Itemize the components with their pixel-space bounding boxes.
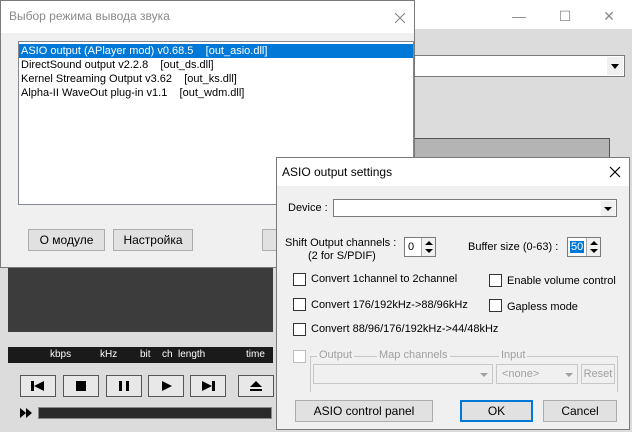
output-select[interactable]: [313, 364, 493, 384]
combo-arrow-icon[interactable]: [607, 57, 623, 75]
seek-bar[interactable]: [38, 407, 272, 419]
play-button[interactable]: [148, 375, 184, 397]
buffer-label: Buffer size (0-63) :: [468, 241, 559, 253]
input-value: <none>: [502, 368, 540, 380]
pause-icon: [119, 381, 129, 391]
map-group-right: [617, 356, 618, 392]
about-button[interactable]: О модуле: [28, 229, 105, 251]
fast-forward-icon[interactable]: [18, 406, 34, 420]
next-icon: [202, 381, 215, 391]
info-length: length: [178, 349, 206, 360]
eject-button[interactable]: [238, 375, 274, 397]
spin-arrows-icon[interactable]: [586, 238, 600, 256]
close-icon[interactable]: [393, 11, 407, 25]
minimize-icon[interactable]: —: [496, 0, 542, 32]
configure-button[interactable]: Настройка: [113, 229, 193, 251]
shift-spinner[interactable]: 0: [404, 237, 436, 257]
input-select[interactable]: <none>: [496, 364, 578, 384]
output-label: Output: [317, 349, 355, 361]
input-label: Input: [499, 349, 528, 361]
shift-label: Shift Output channels :: [285, 237, 397, 249]
output-dialog-title: Выбор режима вывода звука: [9, 9, 170, 23]
map-group-line: [310, 356, 618, 357]
volume-control-checkbox[interactable]: [489, 274, 502, 287]
maximize-icon[interactable]: ☐: [542, 0, 588, 32]
convert-176-label: Convert 176/192kHz->88/96kHz: [311, 299, 468, 311]
convert-176-checkbox[interactable]: [293, 298, 306, 311]
asio-dialog: ASIO output settings Device : Shift Outp…: [276, 157, 630, 430]
list-item[interactable]: Alpha-II WaveOut plug-in v1.1 [out_wdm.d…: [19, 86, 413, 100]
visualizer: [8, 260, 273, 332]
ok-button[interactable]: OK: [460, 400, 533, 422]
output-dialog-titlebar: Выбор режима вывода звука: [1, 1, 414, 33]
prev-button[interactable]: [20, 375, 56, 397]
info-bar: kbps kHz bit ch length time: [8, 347, 273, 363]
stop-button[interactable]: [63, 375, 99, 397]
device-select[interactable]: [333, 199, 617, 217]
cancel-button[interactable]: Cancel: [543, 400, 617, 422]
buffer-spinner[interactable]: 50: [567, 237, 601, 257]
spin-arrows-icon[interactable]: [421, 238, 435, 256]
player-combo[interactable]: [414, 55, 625, 77]
next-button[interactable]: [190, 375, 226, 397]
info-ch: ch: [162, 349, 173, 360]
gapless-label: Gapless mode: [507, 301, 578, 313]
shift-value: 0: [408, 241, 415, 253]
info-khz: kHz: [100, 349, 118, 360]
device-label: Device :: [288, 202, 328, 214]
chevron-down-icon[interactable]: [601, 201, 615, 216]
prev-icon: [31, 381, 44, 391]
shift-sublabel: (2 for S/PDIF): [308, 250, 376, 262]
asio-dialog-titlebar: ASIO output settings: [277, 158, 629, 186]
reset-button[interactable]: Reset: [581, 364, 615, 384]
volume-control-label: Enable volume control: [507, 275, 616, 287]
convert-88-checkbox[interactable]: [293, 323, 306, 336]
buffer-value: 50: [570, 241, 585, 253]
chevron-down-icon[interactable]: [562, 367, 576, 382]
play-icon: [162, 381, 172, 391]
convert-1ch-label: Convert 1channel to 2channel: [311, 273, 458, 285]
info-kbps: kbps: [50, 349, 72, 360]
list-item[interactable]: ASIO output (APlayer mod) v0.68.5 [out_a…: [19, 44, 413, 58]
list-item[interactable]: DirectSound output v2.2.8 [out_ds.dll]: [19, 58, 413, 72]
close-icon[interactable]: ✕: [586, 0, 632, 32]
close-icon[interactable]: [608, 165, 622, 179]
map-group-left: [310, 356, 311, 392]
map-channels-label: Map channels: [377, 349, 450, 361]
map-channels-checkbox[interactable]: [293, 350, 306, 363]
asio-dialog-title: ASIO output settings: [282, 165, 393, 179]
eject-icon: [250, 381, 262, 391]
info-time: time: [246, 349, 265, 360]
pause-button[interactable]: [106, 375, 142, 397]
list-item[interactable]: Kernel Streaming Output v3.62 [out_ks.dl…: [19, 72, 413, 86]
convert-1ch-checkbox[interactable]: [293, 273, 306, 286]
convert-88-label: Convert 88/96/176/192kHz->44/48kHz: [311, 323, 499, 335]
stop-icon: [76, 381, 86, 391]
gapless-checkbox[interactable]: [489, 299, 502, 312]
info-bit: bit: [140, 349, 151, 360]
asio-control-panel-button[interactable]: ASIO control panel: [295, 400, 433, 422]
chevron-down-icon[interactable]: [477, 367, 491, 382]
